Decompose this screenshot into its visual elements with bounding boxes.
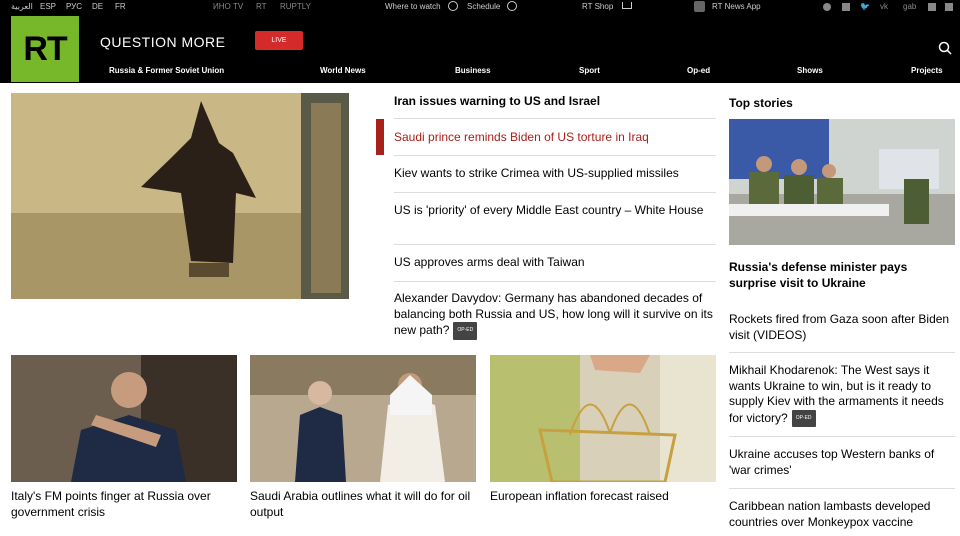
headline-3[interactable]: US is 'priority' of every Middle East co… (394, 203, 716, 219)
headline-5-text: Alexander Davydov: Germany has abandoned… (394, 291, 713, 337)
app-link[interactable]: RT News App (712, 2, 761, 11)
top-story-item-text: Mikhail Khodarenok: The West says it wan… (729, 363, 944, 425)
news-card[interactable]: Saudi Arabia outlines what it will do fo… (250, 355, 476, 520)
lang-esp-link[interactable]: ESP (40, 2, 56, 11)
inotv-logo[interactable]: ИНО TV (213, 2, 243, 11)
nav-shows[interactable]: Shows (797, 66, 823, 75)
top-story-item[interactable]: Caribbean nation lambasts developed coun… (729, 499, 955, 530)
top-story-image[interactable] (729, 119, 955, 245)
card-image[interactable] (11, 355, 237, 482)
card-title[interactable]: Saudi Arabia outlines what it will do fo… (250, 489, 476, 520)
divider (729, 436, 955, 437)
card-image[interactable] (490, 355, 716, 482)
top-stories: Top stories Russia's defense minister pa… (729, 96, 955, 529)
tagline: QUESTION MORE (100, 34, 226, 50)
share-icon[interactable] (945, 3, 953, 11)
lang-de-link[interactable]: DE (92, 2, 103, 11)
rss-icon[interactable] (842, 3, 850, 11)
card-image[interactable] (250, 355, 476, 482)
vk-icon[interactable]: vk (880, 2, 888, 11)
where-to-watch-link[interactable]: Where to watch (385, 2, 441, 11)
rt-logo[interactable]: RT (11, 16, 79, 82)
news-card[interactable]: European inflation forecast raised (490, 355, 716, 505)
lang-arabic-link[interactable]: العربية (11, 2, 33, 11)
nav-sport[interactable]: Sport (579, 66, 600, 75)
headline-5[interactable]: Alexander Davydov: Germany has abandoned… (394, 291, 716, 340)
nav-op-ed[interactable]: Op-ed (687, 66, 710, 75)
news-card[interactable]: Italy's FM points finger at Russia over … (11, 355, 237, 520)
divider (729, 352, 955, 353)
active-indicator (376, 119, 384, 155)
nav-business[interactable]: Business (455, 66, 491, 75)
op-ed-tag: OP-ED (453, 322, 478, 340)
divider (729, 488, 955, 489)
ruptly-logo[interactable]: RUPTLY (280, 2, 311, 11)
card-title[interactable]: European inflation forecast raised (490, 489, 716, 505)
lang-rus-link[interactable]: РУС (66, 2, 82, 11)
app-icon (694, 1, 705, 12)
telegram-icon[interactable] (823, 3, 831, 11)
headline-1[interactable]: Saudi prince reminds Biden of US torture… (394, 130, 649, 146)
top-stories-title: Top stories (729, 96, 793, 110)
clock-icon (507, 1, 517, 11)
rt-partner-logo[interactable]: RT (256, 2, 267, 11)
live-button[interactable]: LIVE (255, 31, 303, 50)
gab-icon[interactable]: gab (903, 2, 916, 11)
top-bar: العربية ESP РУС DE FR ИНО TV RT RUPTLY W… (0, 0, 960, 14)
nav-world-news[interactable]: World News (320, 66, 366, 75)
card-title[interactable]: Italy's FM points finger at Russia over … (11, 489, 237, 520)
divider (394, 192, 716, 193)
header: RT QUESTION MORE LIVE Russia & Former So… (0, 14, 960, 83)
play-icon (448, 1, 458, 11)
headline-4[interactable]: US approves arms deal with Taiwan (394, 255, 585, 271)
lang-fr-link[interactable]: FR (115, 2, 126, 11)
divider (394, 155, 716, 156)
top-story-item[interactable]: Ukraine accuses top Western banks of 'wa… (729, 447, 955, 478)
facebook-icon[interactable] (928, 3, 936, 11)
nav-projects[interactable]: Projects (911, 66, 943, 75)
hero-image[interactable] (11, 93, 349, 299)
search-icon[interactable] (938, 41, 952, 55)
op-ed-tag: OP-ED (791, 409, 816, 427)
divider (394, 281, 716, 282)
headline-2[interactable]: Kiev wants to strike Crimea with US-supp… (394, 166, 679, 182)
top-story-lead[interactable]: Russia's defense minister pays surprise … (729, 260, 955, 291)
top-story-item[interactable]: Mikhail Khodarenok: The West says it wan… (729, 363, 955, 427)
top-story-item[interactable]: Rockets fired from Gaza soon after Biden… (729, 312, 955, 343)
divider (394, 118, 716, 119)
divider (394, 244, 716, 245)
twitter-icon[interactable]: 🐦 (860, 2, 870, 11)
cart-icon (622, 2, 632, 9)
schedule-link[interactable]: Schedule (467, 2, 500, 11)
nav-russia[interactable]: Russia & Former Soviet Union (109, 66, 224, 75)
headline-0[interactable]: Iran issues warning to US and Israel (394, 94, 600, 110)
shop-link[interactable]: RT Shop (582, 2, 613, 11)
